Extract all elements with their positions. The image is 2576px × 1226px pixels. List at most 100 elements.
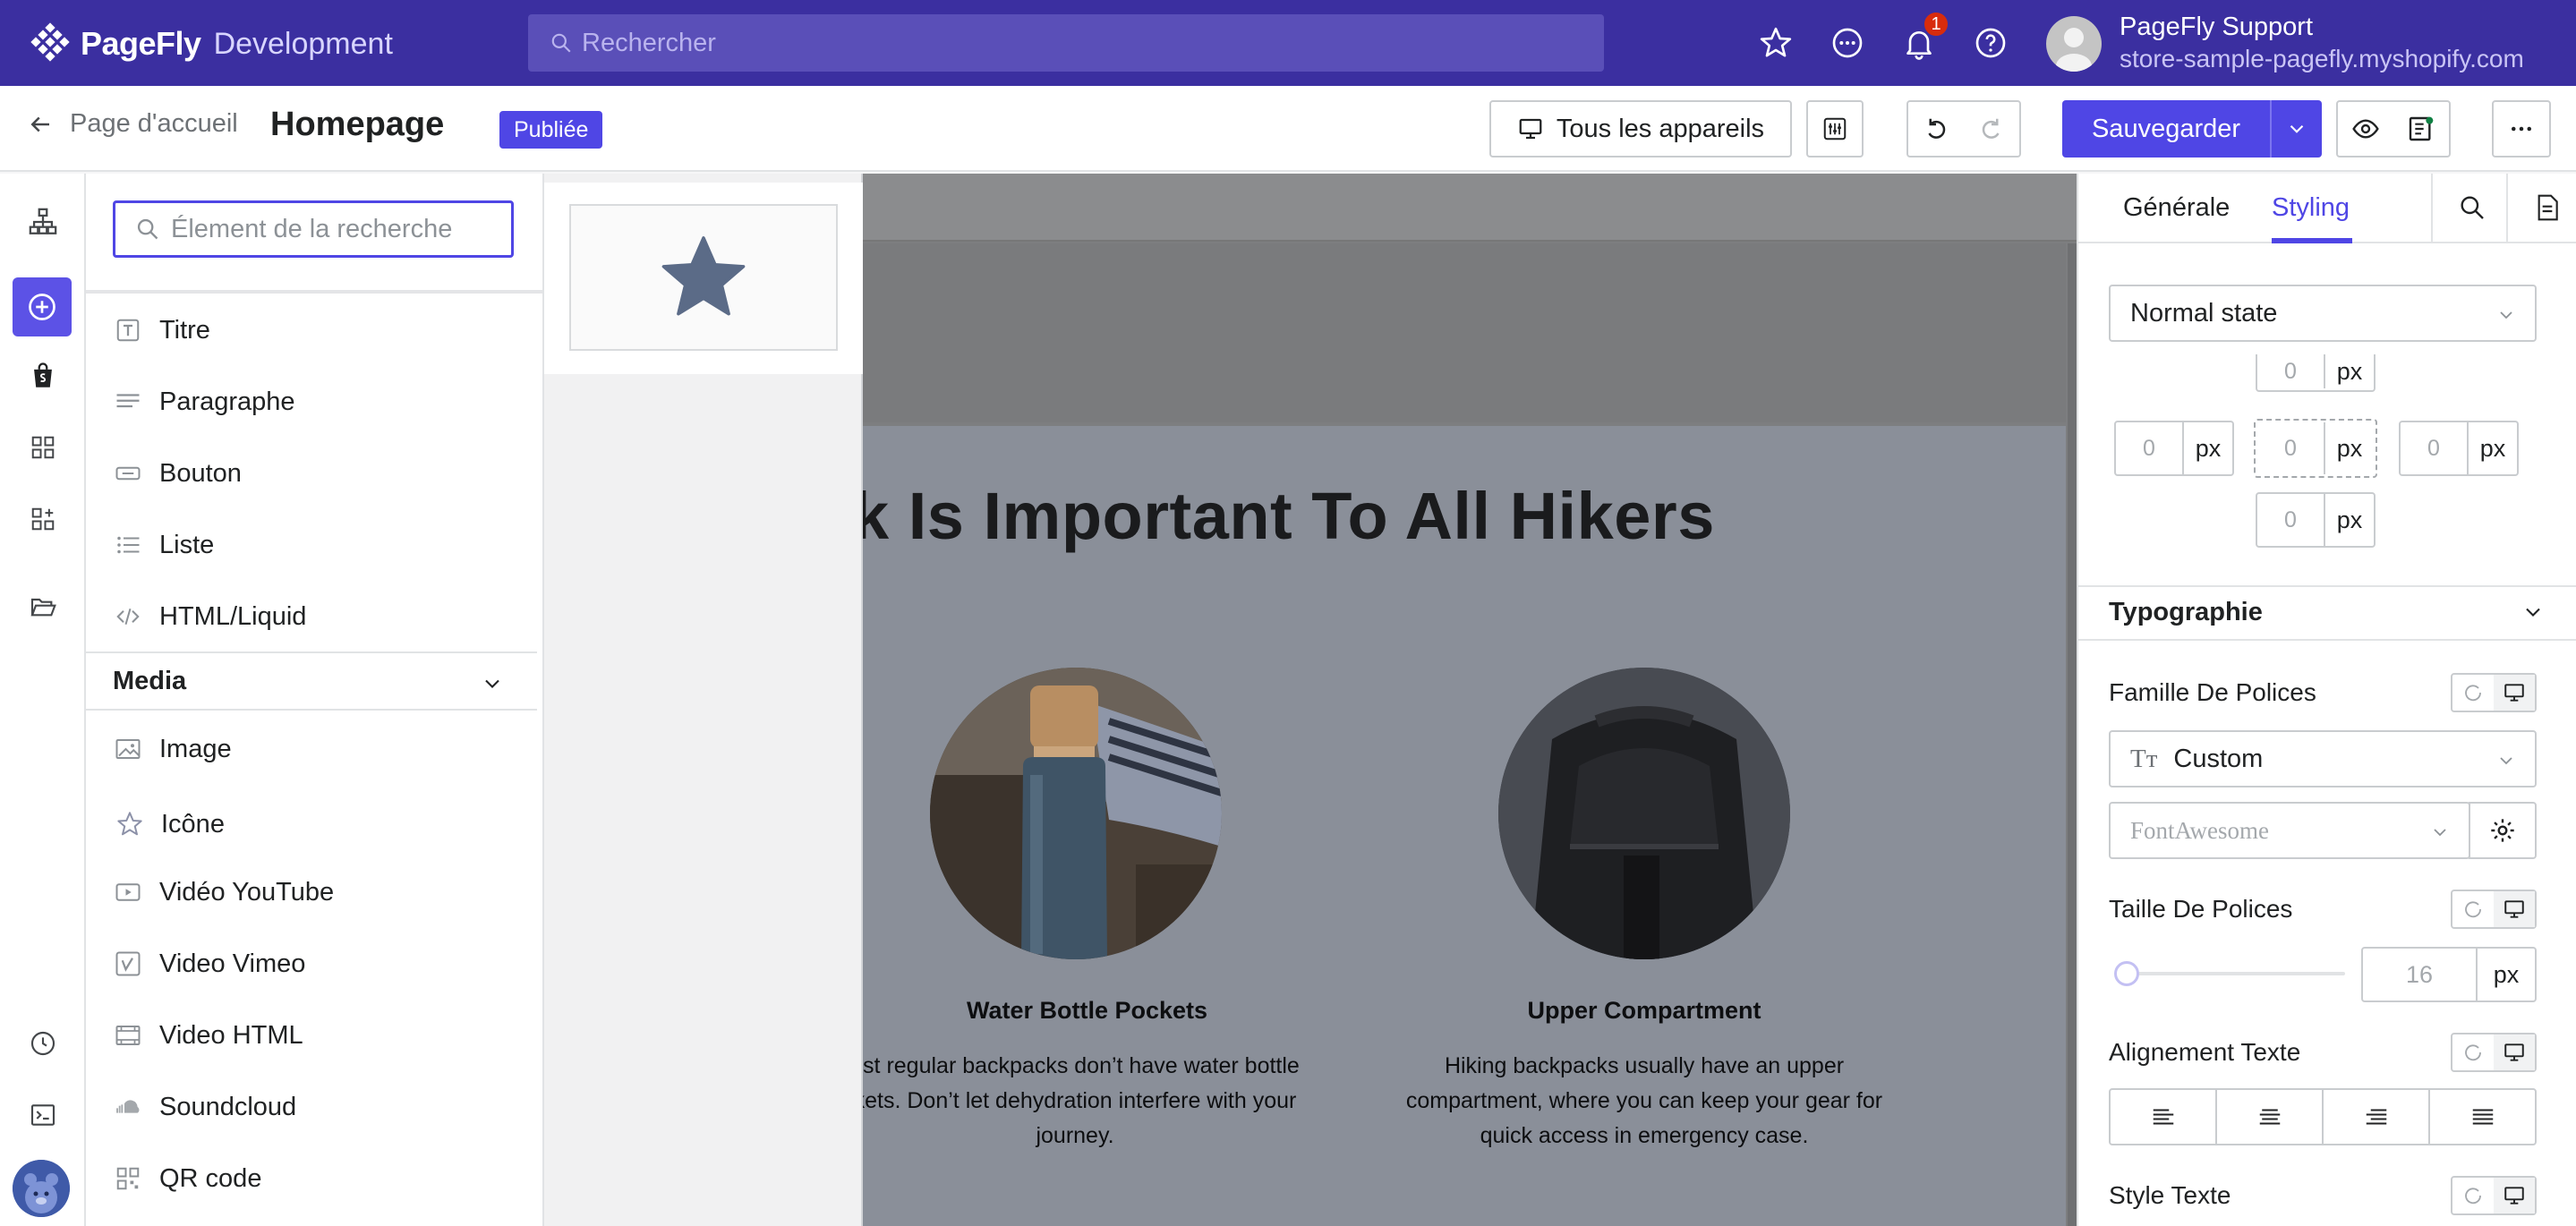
rail-code-button[interactable] [21, 1094, 64, 1137]
element-item-video-youtube[interactable]: Vidéo YouTube [86, 861, 537, 924]
element-item-liste[interactable]: Liste [86, 514, 537, 576]
element-item-video-vimeo[interactable]: Video Vimeo [86, 932, 537, 995]
font-size-slider-track[interactable] [2125, 972, 2345, 975]
document-icon[interactable] [2533, 193, 2562, 222]
padding-center-value[interactable]: 0 [2257, 422, 2325, 474]
device-desktop-button[interactable] [2494, 675, 2535, 711]
element-search-field[interactable] [113, 200, 514, 258]
element-item-image[interactable]: Image [86, 718, 537, 780]
element-item-video-html[interactable]: Video HTML [86, 1004, 537, 1067]
feature-title[interactable]: Upper Compartment [1502, 997, 1787, 1025]
tab-generale[interactable]: Générale [2123, 193, 2230, 223]
rail-layers-button[interactable] [21, 200, 64, 243]
padding-bottom-value[interactable]: 0 [2257, 494, 2325, 546]
element-item-label: Soundcloud [159, 1092, 297, 1121]
canvas-scrollbar[interactable] [2068, 243, 2077, 1226]
user-avatar[interactable] [2046, 16, 2102, 72]
preview-button[interactable] [2338, 102, 2393, 156]
padding-top-value[interactable]: 0 [2257, 354, 2325, 388]
element-item-titre[interactable]: Titre [86, 299, 537, 362]
font-family-responsive-group [2451, 673, 2537, 712]
settings-sliders-button[interactable] [1806, 100, 1864, 158]
padding-top-unit: px [2336, 357, 2363, 385]
chevron-down-icon [2434, 829, 2446, 837]
chat-icon[interactable] [1830, 25, 1865, 61]
rail-sections-button[interactable] [21, 426, 64, 469]
padding-bottom-field[interactable]: 0 px [2256, 492, 2376, 548]
element-item-icone[interactable]: Icône [88, 793, 535, 856]
rail-add-element-button[interactable] [13, 277, 72, 336]
device-desktop-button[interactable] [2494, 1178, 2535, 1213]
padding-top-field[interactable]: 0 px [2256, 354, 2376, 392]
feature-text[interactable]: Hiking backpacks usually have an upper c… [1400, 1049, 1889, 1154]
panel-separator [86, 290, 542, 294]
star-icon[interactable] [1758, 25, 1794, 61]
app-logo[interactable]: PageFly Development [29, 21, 393, 66]
more-actions-button[interactable] [2492, 100, 2551, 158]
font-size-value[interactable]: 16 [2363, 949, 2478, 1000]
reset-button[interactable] [2452, 891, 2494, 927]
device-desktop-button[interactable] [2494, 891, 2535, 927]
align-center-button[interactable] [2217, 1090, 2324, 1144]
margin-left-field[interactable]: 0 px [2114, 421, 2234, 476]
canvas-header-strip [863, 174, 2077, 242]
element-search-input[interactable] [171, 214, 493, 244]
feature-image-bottle[interactable] [930, 668, 1222, 959]
reset-button[interactable] [2452, 1034, 2494, 1070]
save-button[interactable]: Sauvegarder [2062, 100, 2270, 158]
margin-right-value[interactable]: 0 [2401, 422, 2469, 474]
account-avatar[interactable] [13, 1160, 70, 1217]
element-item-paragraphe[interactable]: Paragraphe [86, 370, 537, 433]
font-size-unit: px [2493, 960, 2520, 988]
element-item-qr-code[interactable]: QR code [86, 1147, 537, 1210]
padding-center-field[interactable]: 0 px [2254, 419, 2377, 478]
element-item-bouton[interactable]: Bouton [86, 442, 537, 505]
undo-button[interactable] [1908, 102, 1964, 156]
align-right-button[interactable] [2324, 1090, 2430, 1144]
align-justify-button[interactable] [2430, 1090, 2535, 1144]
feature-text[interactable]: ost regular backpacks don’t have water b… [863, 1049, 1305, 1154]
redo-button[interactable] [1964, 102, 2019, 156]
custom-font-select[interactable]: FontAwesome [2109, 802, 2470, 859]
margin-left-value[interactable]: 0 [2116, 422, 2184, 474]
font-size-slider-knob[interactable] [2114, 961, 2139, 986]
help-icon[interactable] [1973, 25, 2009, 61]
feature-image-backpack[interactable] [1498, 668, 1790, 959]
margin-right-field[interactable]: 0 px [2399, 421, 2519, 476]
top-bar: PageFly Development Rechercher 1 PageFly… [0, 0, 2576, 86]
font-settings-button[interactable] [2469, 802, 2537, 859]
back-link[interactable]: Page d'accueil [27, 109, 238, 139]
rail-history-button[interactable] [21, 1022, 64, 1065]
icon-preview-thumbnail[interactable] [569, 204, 838, 351]
device-desktop-button[interactable] [2494, 1034, 2535, 1070]
typography-section-title[interactable]: Typographie [2109, 598, 2263, 627]
editor-canvas[interactable]: k Is Important To All Hikers Water Bottl… [863, 174, 2077, 1226]
text-align-group [2109, 1088, 2537, 1145]
custom-font-value: FontAwesome [2130, 816, 2270, 844]
align-left-button[interactable] [2111, 1090, 2217, 1144]
reset-button[interactable] [2452, 1178, 2494, 1213]
global-search-input[interactable]: Rechercher [528, 14, 1604, 72]
rail-files-button[interactable] [21, 585, 64, 628]
chevron-down-icon[interactable] [2521, 600, 2546, 625]
feature-title[interactable]: Water Bottle Pockets [967, 997, 1207, 1025]
search-icon[interactable] [2458, 193, 2486, 222]
font-size-input[interactable]: 16 px [2361, 947, 2537, 1002]
rail-shopify-button[interactable] [21, 354, 64, 397]
tab-styling[interactable]: Styling [2272, 193, 2350, 223]
reset-button[interactable] [2452, 675, 2494, 711]
save-dropdown-button[interactable] [2270, 100, 2322, 158]
devices-button[interactable]: Tous les appareils [1489, 100, 1792, 158]
media-category-header[interactable]: Media [86, 651, 537, 711]
canvas-top-section[interactable] [863, 243, 2066, 422]
element-item-html-liquid[interactable]: HTML/Liquid [86, 585, 537, 648]
section-divider [2078, 585, 2576, 587]
feature-text-line: ost regular backpacks don’t have water b… [863, 1053, 1300, 1078]
element-item-soundcloud[interactable]: Soundcloud [86, 1076, 537, 1138]
publish-status-button[interactable] [2393, 102, 2449, 156]
state-select[interactable]: Normal state [2109, 285, 2537, 342]
hero-heading[interactable]: k Is Important To All Hikers [863, 478, 1715, 554]
terminal-icon [30, 1104, 55, 1126]
font-family-select[interactable]: Tт Custom [2109, 730, 2537, 788]
rail-addons-button[interactable] [21, 498, 64, 541]
